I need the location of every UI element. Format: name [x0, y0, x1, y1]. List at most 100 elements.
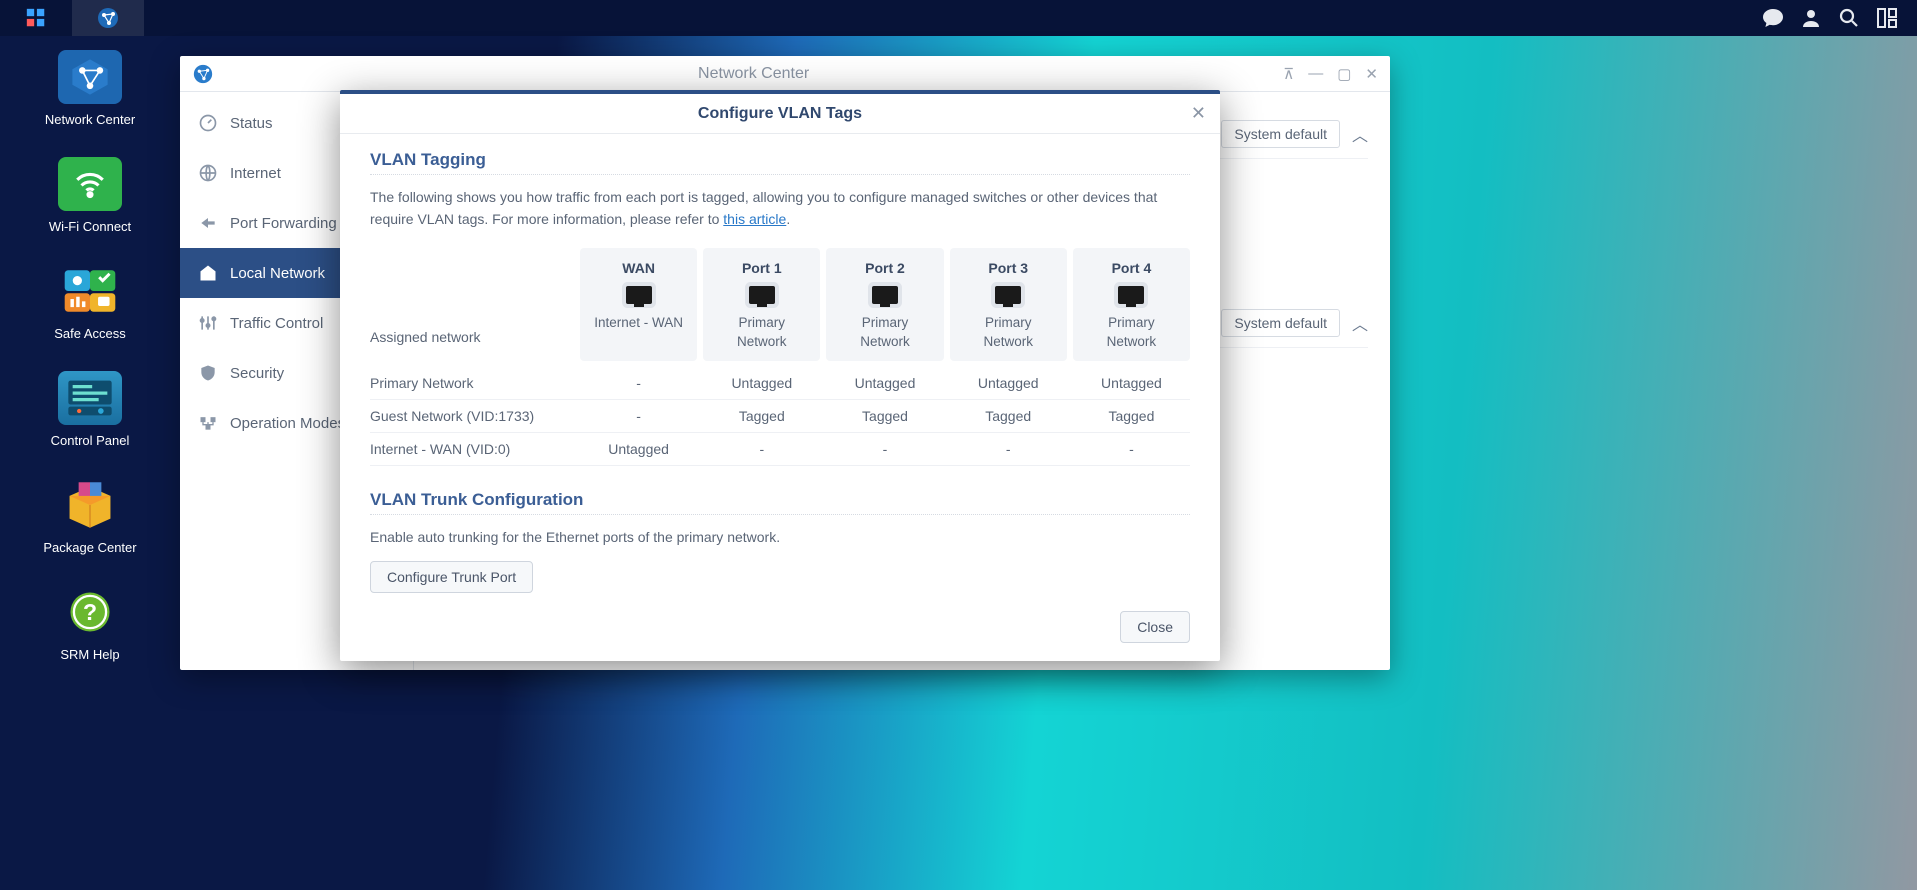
- sliders-icon: [198, 313, 218, 333]
- vlan-cell: Untagged: [826, 367, 943, 399]
- port-column-0: WANInternet - WAN: [580, 248, 697, 360]
- grid-icon: [25, 7, 47, 29]
- desktop-icon-label: Wi-Fi Connect: [49, 219, 131, 234]
- desktop-icon-label: Control Panel: [51, 433, 130, 448]
- vlan-cell: Tagged: [950, 400, 1067, 432]
- section-title-trunk: VLAN Trunk Configuration: [370, 490, 1190, 510]
- modal-title: Configure VLAN Tags: [698, 105, 862, 123]
- vlan-cell: -: [580, 400, 697, 432]
- shield-icon: [198, 363, 218, 383]
- svg-text:?: ?: [83, 599, 97, 625]
- vlan-cell: -: [703, 433, 820, 465]
- vlan-cell: -: [950, 433, 1067, 465]
- dashboard-icon[interactable]: [1875, 6, 1899, 30]
- trunk-description: Enable auto trunking for the Ethernet po…: [370, 527, 1190, 549]
- vlan-cell: -: [826, 433, 943, 465]
- network-center-icon: [192, 63, 214, 85]
- port-name: Port 2: [830, 260, 939, 276]
- vlan-row-label: Primary Network: [370, 367, 580, 399]
- sidebar-item-label: Internet: [230, 165, 281, 182]
- port-assigned-value: PrimaryNetwork: [830, 314, 939, 350]
- network-center-icon: [96, 6, 120, 30]
- chevron-up-icon[interactable]: ︿: [1352, 122, 1368, 146]
- chevron-up-icon[interactable]: ︿: [1352, 311, 1368, 335]
- sidebar-item-label: Operation Modes: [230, 415, 345, 432]
- port-column-2: Port 2 PrimaryNetwork: [826, 248, 943, 360]
- ethernet-jack-icon: [1118, 286, 1144, 304]
- system-default-select-1[interactable]: System default: [1221, 120, 1340, 148]
- desktop-icon-label: SRM Help: [60, 647, 119, 662]
- window-title: Network Center: [224, 65, 1283, 83]
- desktop-icon-network-center[interactable]: Network Center: [30, 50, 150, 127]
- taskbar: [0, 0, 1917, 36]
- search-icon[interactable]: [1837, 6, 1861, 30]
- desktop-icon-safe-access[interactable]: Safe Access: [30, 264, 150, 341]
- vlan-description: The following shows you how traffic from…: [370, 187, 1190, 230]
- port-column-1: Port 1 PrimaryNetwork: [703, 248, 820, 360]
- vlan-row: Primary Network-UntaggedUntaggedUntagged…: [370, 367, 1190, 400]
- vlan-cell: Tagged: [703, 400, 820, 432]
- port-assigned-value: PrimaryNetwork: [1077, 314, 1186, 350]
- modal-close-icon[interactable]: ✕: [1191, 103, 1206, 124]
- sidebar-item-label: Status: [230, 115, 273, 132]
- gauge-icon: [198, 113, 218, 133]
- desktop-icon-wifi-connect[interactable]: Wi-Fi Connect: [30, 157, 150, 234]
- vlan-cell: Untagged: [950, 367, 1067, 399]
- modal-configure-vlan-tags: Configure VLAN Tags ✕ VLAN Tagging The f…: [340, 90, 1220, 661]
- desktop-icon-package-center[interactable]: Package Center: [30, 478, 150, 555]
- desktop-icon-srm-help[interactable]: ? SRM Help: [30, 585, 150, 662]
- modes-icon: [198, 413, 218, 433]
- port-name: Port 3: [954, 260, 1063, 276]
- sidebar-item-label: Traffic Control: [230, 315, 323, 332]
- vlan-cell: Untagged: [1073, 367, 1190, 399]
- help-article-link[interactable]: this article: [723, 211, 786, 227]
- desktop-icon-label: Safe Access: [54, 326, 126, 341]
- ethernet-jack-icon: [872, 286, 898, 304]
- sidebar-item-label: Local Network: [230, 265, 325, 282]
- taskbar-app-network-center[interactable]: [72, 0, 144, 36]
- vlan-cell: Untagged: [703, 367, 820, 399]
- window-titlebar: Network Center ⊼ — ▢ ✕: [180, 56, 1390, 92]
- configure-trunk-port-button[interactable]: Configure Trunk Port: [370, 561, 533, 593]
- vlan-cell: Tagged: [1073, 400, 1190, 432]
- network-center-icon: [58, 50, 122, 104]
- port-assignment-row: Assigned network WANInternet - WANPort 1…: [370, 248, 1190, 360]
- chat-icon[interactable]: [1761, 6, 1785, 30]
- window-maximize-icon[interactable]: ▢: [1337, 65, 1351, 83]
- window-close-icon[interactable]: ✕: [1365, 65, 1378, 83]
- port-assigned-value: PrimaryNetwork: [954, 314, 1063, 350]
- modal-header: Configure VLAN Tags ✕: [340, 94, 1220, 134]
- port-assigned-value: PrimaryNetwork: [707, 314, 816, 350]
- window-minimize-icon[interactable]: —: [1308, 65, 1323, 83]
- port-column-3: Port 3 PrimaryNetwork: [950, 248, 1067, 360]
- port-name: Port 4: [1077, 260, 1186, 276]
- vlan-row: Guest Network (VID:1733)-TaggedTaggedTag…: [370, 400, 1190, 433]
- package-center-icon: [58, 478, 122, 532]
- forward-icon: [198, 213, 218, 233]
- vlan-cell: Untagged: [580, 433, 697, 465]
- window-pin-icon[interactable]: ⊼: [1283, 65, 1294, 83]
- divider: [370, 514, 1190, 515]
- ethernet-jack-icon: [995, 286, 1021, 304]
- sidebar-item-label: Port Forwarding: [230, 215, 337, 232]
- vlan-row-label: Internet - WAN (VID:0): [370, 433, 580, 465]
- desktop-icon-control-panel[interactable]: Control Panel: [30, 371, 150, 448]
- port-assigned-value: Internet - WAN: [584, 314, 693, 332]
- port-name: Port 1: [707, 260, 816, 276]
- close-button[interactable]: Close: [1120, 611, 1190, 643]
- wifi-icon: [58, 157, 122, 211]
- desktop-icon-label: Package Center: [43, 540, 136, 555]
- ethernet-jack-icon: [626, 286, 652, 304]
- system-default-select-2[interactable]: System default: [1221, 309, 1340, 337]
- ethernet-jack-icon: [749, 286, 775, 304]
- sidebar-item-label: Security: [230, 365, 284, 382]
- vlan-cell: -: [580, 367, 697, 399]
- globe-icon: [198, 163, 218, 183]
- divider: [370, 174, 1190, 175]
- help-icon: ?: [58, 585, 122, 639]
- safe-access-icon: [58, 264, 122, 318]
- desktop-icons: Network Center Wi-Fi Connect Safe Access…: [30, 50, 150, 662]
- user-icon[interactable]: [1799, 6, 1823, 30]
- vlan-cell: Tagged: [826, 400, 943, 432]
- taskbar-launcher[interactable]: [0, 0, 72, 36]
